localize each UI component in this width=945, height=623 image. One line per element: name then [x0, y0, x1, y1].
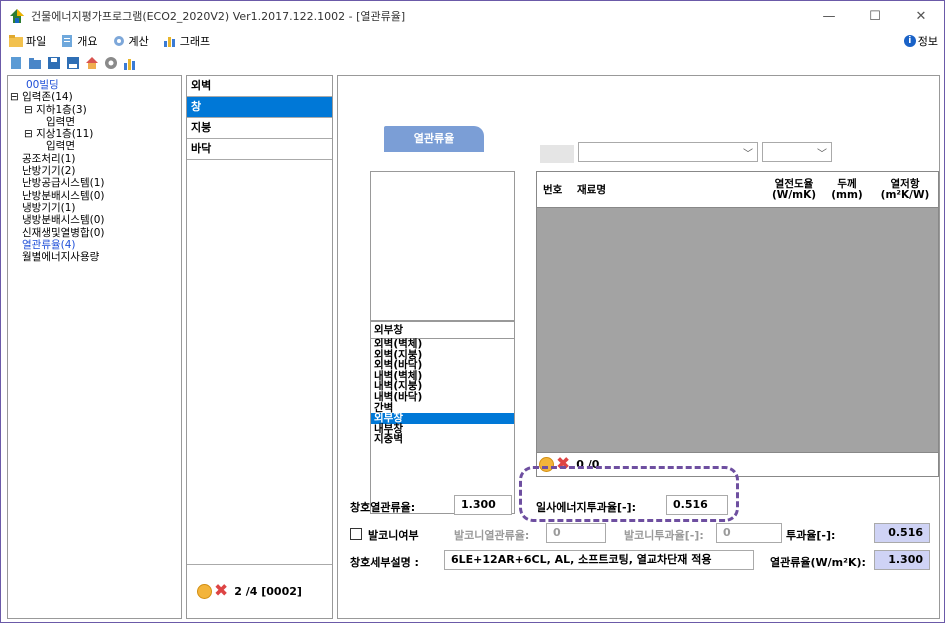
tree-item-cooling-device[interactable]: 냉방기기(1): [10, 202, 105, 214]
title-bar: 건물에너지평가프로그램(ECO2_2020V2) Ver1.2017.122.1…: [1, 1, 944, 31]
settings-icon[interactable]: [104, 56, 118, 70]
window-u-label: 창호열관류율:: [350, 501, 416, 514]
tree-item-heating-dist[interactable]: 난방분배시스템(0): [10, 190, 105, 202]
detail-pane: 열관류율 ﹀ ﹀ 외부창 외벽(벽체) 외벽(지붕) 외벽(바닥) 내벽(벽체)…: [337, 75, 940, 619]
add-icon[interactable]: [197, 584, 212, 599]
menu-graph-label: 그래프: [179, 35, 211, 48]
tree-item-zones[interactable]: ⊟ 입력존(14): [10, 91, 105, 103]
menu-graph[interactable]: 그래프: [163, 33, 210, 49]
category-item-window[interactable]: 창: [187, 97, 332, 118]
gear-icon: [113, 36, 124, 46]
material-option[interactable]: 지중벽: [371, 434, 514, 445]
category-item-wall[interactable]: 외벽: [187, 76, 332, 97]
bar-chart-icon: [163, 37, 175, 47]
table-header: 번호 재료명 열전도율 (W/mK) 두께 (mm) 열저항 (m²K/W): [537, 172, 938, 208]
save-icon[interactable]: [47, 56, 61, 70]
tree-item-heating-device[interactable]: 난방기기(2): [10, 165, 105, 177]
record-counter: 2 /4 [0002]: [234, 585, 302, 598]
minimize-button[interactable]: —: [806, 1, 852, 31]
filter-box[interactable]: [540, 145, 574, 163]
col-no: 번호: [543, 184, 563, 196]
col-name: 재료명: [577, 184, 606, 196]
tree-item-ground-floor[interactable]: ⊟ 지상1층(11): [10, 128, 105, 140]
layer-listbox[interactable]: [370, 171, 515, 321]
folder-icon: [9, 35, 23, 47]
menu-calc-label: 계산: [128, 35, 149, 48]
tree-item-cooling-dist[interactable]: 냉방분배시스템(0): [10, 214, 105, 226]
desc-field[interactable]: 6LE+12AR+6CL, AL, 소프트코팅, 열교차단재 적용: [444, 550, 754, 570]
u-label: 열관류율(W/m²K):: [770, 556, 866, 569]
building-icon[interactable]: [85, 56, 99, 70]
tree-item-hvac[interactable]: 공조처리(1): [10, 153, 105, 165]
u-value: 1.300: [874, 550, 930, 570]
tab-u-value[interactable]: 열관류율: [384, 126, 484, 152]
new-file-icon[interactable]: [9, 56, 23, 70]
menu-info-label: 정보: [917, 35, 938, 48]
menu-calc[interactable]: 계산: [112, 33, 149, 49]
balcony-u-label: 발코니열관류율:: [454, 529, 530, 542]
chevron-down-icon: ﹀: [743, 149, 753, 160]
chevron-down-icon: ﹀: [817, 149, 827, 160]
balcony-trans-label: 발코니투과율[-]:: [624, 529, 704, 542]
tree-item-heating-supply[interactable]: 난방공급시스템(1): [10, 177, 105, 189]
tree-list: 00빌딩 ⊟ 입력존(14) ⊟ 지하1층(3) 입력면 ⊟ 지상1층(11) …: [10, 79, 105, 263]
menu-overview-label: 개요: [77, 35, 98, 48]
menu-overview[interactable]: 개요: [60, 33, 98, 49]
maximize-button[interactable]: ☐: [852, 1, 898, 31]
category-pane: 외벽 창 지붕 바닥 ✖ 2 /4 [0002]: [186, 75, 333, 619]
balcony-u-field[interactable]: 0: [546, 523, 606, 543]
tree-item-basement[interactable]: ⊟ 지하1층(3): [10, 104, 105, 116]
material-table[interactable]: 번호 재료명 열전도율 (W/mK) 두께 (mm) 열저항 (m²K/W) ✖ 0 …: [536, 171, 939, 477]
col-thickness: 두께 (mm): [831, 178, 863, 201]
category-footer: ✖ 2 /4 [0002]: [187, 564, 332, 618]
menu-file[interactable]: 파일: [9, 33, 46, 49]
menu-bar: 파일 개요 계산 그래프 i 정보: [1, 31, 944, 51]
trans-value: 0.516: [874, 523, 930, 543]
chart-icon[interactable]: [123, 56, 137, 70]
category-item-floor[interactable]: 바닥: [187, 139, 332, 160]
menu-file-label: 파일: [26, 35, 47, 48]
material-combo-1[interactable]: ﹀: [578, 142, 758, 162]
trans-label: 투과율[-]:: [786, 529, 836, 542]
window-u-field[interactable]: 1.300: [454, 495, 512, 515]
info-icon: i: [903, 35, 916, 47]
category-item-roof[interactable]: 지붕: [187, 118, 332, 139]
delete-icon[interactable]: ✖: [214, 583, 228, 600]
tree-item-input-face-1[interactable]: 입력면: [10, 116, 105, 128]
material-type-list[interactable]: 외부창 외벽(벽체) 외벽(지붕) 외벽(바닥) 내벽(벽체) 내벽(지붕) 내…: [370, 321, 515, 514]
open-folder-icon[interactable]: [28, 56, 42, 70]
balcony-checkbox[interactable]: [350, 528, 362, 540]
detail-panel: 열관류율 ﹀ ﹀ 외부창 외벽(벽체) 외벽(지붕) 외벽(바닥) 내벽(벽체)…: [346, 96, 939, 616]
tree-item-building[interactable]: 00빌딩: [10, 79, 105, 91]
material-combo-2[interactable]: ﹀: [762, 142, 832, 162]
material-option[interactable]: 외벽(벽체): [371, 339, 514, 350]
window-title: 건물에너지평가프로그램(ECO2_2020V2) Ver1.2017.122.1…: [31, 10, 406, 23]
close-button[interactable]: ✕: [898, 1, 944, 31]
document-icon: [62, 35, 73, 47]
tree-item-renewable[interactable]: 신재생및열병합(0): [10, 227, 105, 239]
save-as-icon[interactable]: [66, 56, 80, 70]
menu-info[interactable]: i 정보: [903, 33, 938, 49]
highlight-outline: [519, 466, 739, 522]
material-option[interactable]: 내벽(바닥): [371, 392, 514, 403]
app-icon: [10, 9, 24, 23]
app-window: 건물에너지평가프로그램(ECO2_2020V2) Ver1.2017.122.1…: [0, 0, 945, 623]
col-resistance: 열저항 (m²K/W): [880, 178, 930, 201]
tree-item-monthly-energy[interactable]: 월별에너지사용량: [10, 251, 105, 263]
balcony-trans-field[interactable]: 0: [716, 523, 782, 543]
balcony-label: 발코니여부: [368, 529, 419, 542]
project-tree: 00빌딩 ⊟ 입력존(14) ⊟ 지하1층(3) 입력면 ⊟ 지상1층(11) …: [7, 75, 182, 619]
tree-item-input-face-2[interactable]: 입력면: [10, 140, 105, 152]
col-conductivity: 열전도율 (W/mK): [771, 178, 817, 201]
desc-label: 창호세부설명 :: [350, 556, 419, 569]
toolbar: [1, 53, 142, 73]
tree-item-u-value[interactable]: 열관류율(4): [10, 239, 105, 251]
material-type-selected: 외부창: [371, 322, 514, 339]
